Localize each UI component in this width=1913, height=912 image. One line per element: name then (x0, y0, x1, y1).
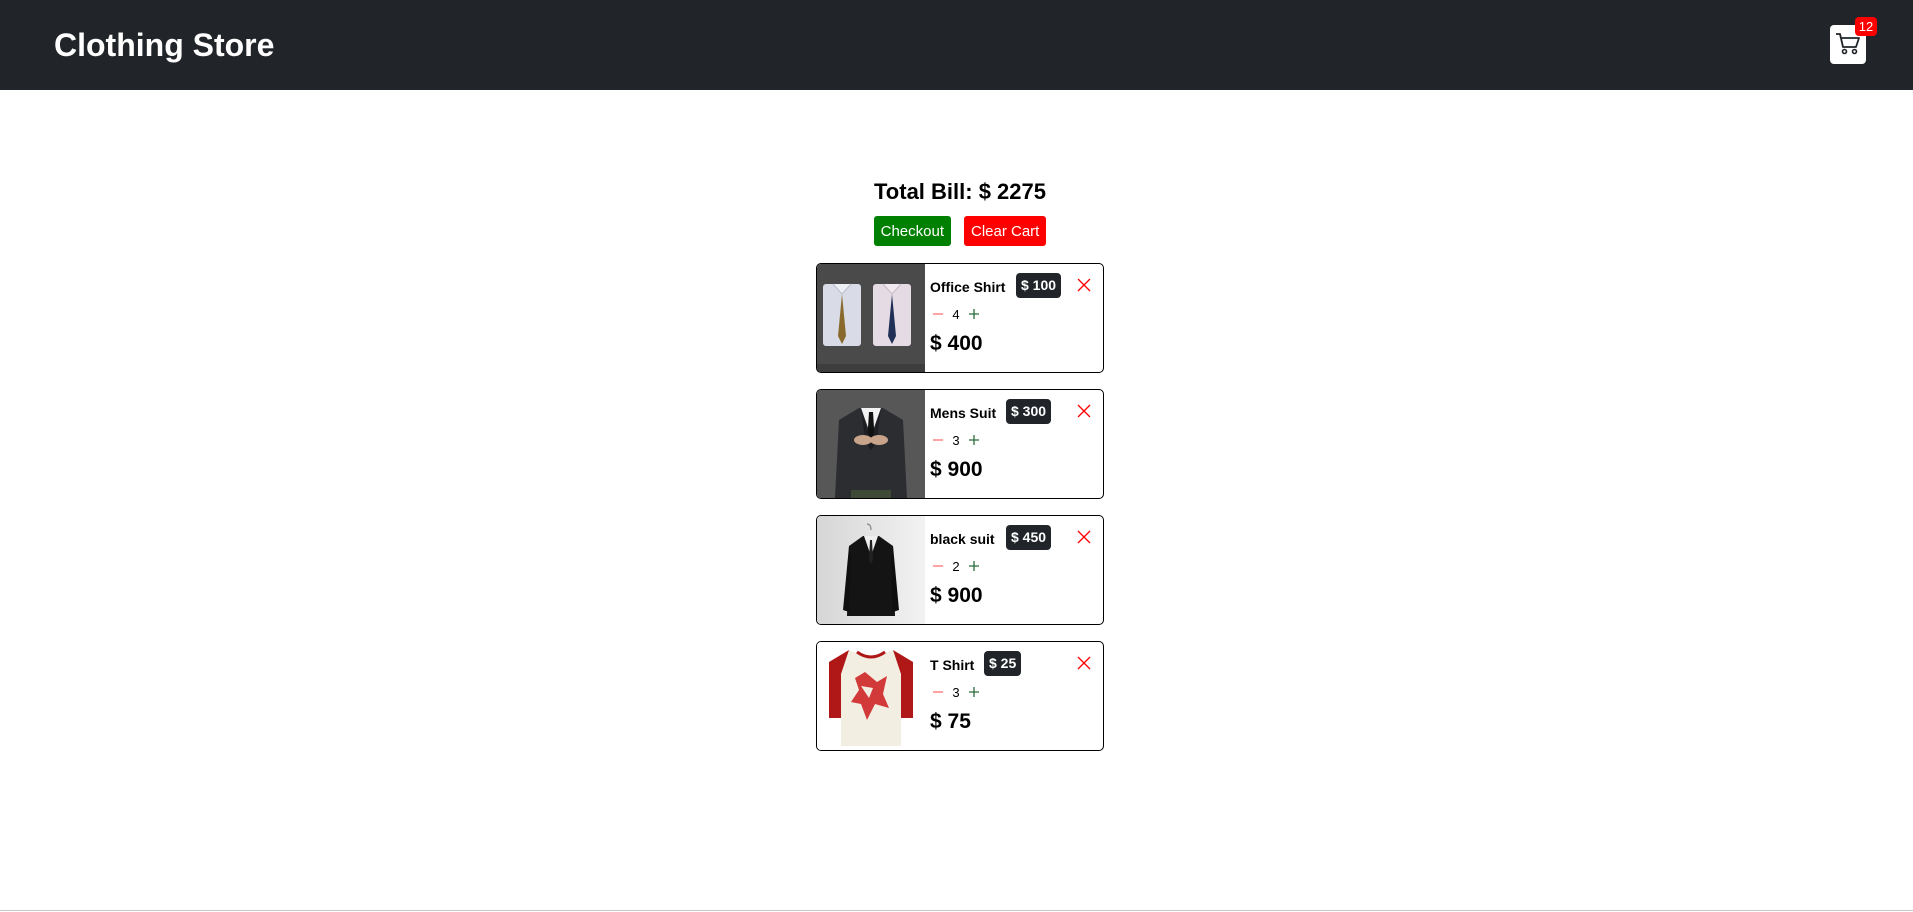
item-subtotal: $ 75 (930, 710, 971, 733)
total-bill: Total Bill: $ 2275 (874, 179, 1046, 204)
increase-quantity-icon[interactable] (966, 306, 982, 322)
item-name: black suit (930, 531, 995, 547)
quantity-stepper: 4 (930, 306, 982, 322)
black-suit-image (817, 516, 925, 624)
item-subtotal: $ 900 (930, 458, 983, 481)
increase-quantity-icon[interactable] (966, 432, 982, 448)
item-name: T Shirt (930, 657, 975, 673)
item-quantity: 3 (952, 684, 960, 700)
cart-list: Office Shirt $ 100 4 $ 400 Mens Suit $ 3… (816, 263, 1104, 767)
item-name: Office Shirt (930, 279, 1006, 295)
increase-quantity-icon[interactable] (966, 558, 982, 574)
page-divider (0, 910, 1913, 911)
item-name: Mens Suit (930, 405, 997, 421)
decrease-quantity-icon[interactable] (930, 558, 946, 574)
item-quantity: 4 (952, 306, 960, 322)
item-price-badge: $ 100 (1016, 273, 1062, 298)
store-title[interactable]: Clothing Store (54, 24, 274, 66)
cart-item: Mens Suit $ 300 3 $ 900 (816, 389, 1104, 499)
item-price-badge: $ 300 (1006, 399, 1052, 424)
item-quantity: 3 (952, 432, 960, 448)
decrease-quantity-icon[interactable] (930, 306, 946, 322)
quantity-stepper: 3 (930, 684, 982, 700)
remove-item-icon[interactable] (1077, 278, 1091, 292)
office-shirt-image (817, 264, 925, 372)
t-shirt-image (817, 642, 925, 750)
item-price-badge: $ 25 (984, 651, 1022, 676)
cart-summary: Total Bill: $ 2275 Checkout Clear Cart (0, 178, 1913, 246)
quantity-stepper: 3 (930, 432, 982, 448)
checkout-button[interactable]: Checkout (873, 216, 951, 246)
remove-item-icon[interactable] (1077, 530, 1091, 544)
remove-item-icon[interactable] (1077, 404, 1091, 418)
increase-quantity-icon[interactable] (966, 684, 982, 700)
decrease-quantity-icon[interactable] (930, 432, 946, 448)
cart-item: Office Shirt $ 100 4 $ 400 (816, 263, 1104, 373)
decrease-quantity-icon[interactable] (930, 684, 946, 700)
cart-item: T Shirt $ 25 3 $ 75 (816, 641, 1104, 751)
cart-actions: Checkout Clear Cart (0, 216, 1913, 246)
cart-count-badge: 12 (1855, 17, 1877, 36)
item-price-badge: $ 450 (1006, 525, 1052, 550)
quantity-stepper: 2 (930, 558, 982, 574)
clear-cart-button[interactable]: Clear Cart (964, 216, 1047, 246)
cart-item: black suit $ 450 2 $ 900 (816, 515, 1104, 625)
item-subtotal: $ 900 (930, 584, 983, 607)
mens-suit-image (817, 390, 925, 498)
item-subtotal: $ 400 (930, 332, 983, 355)
remove-item-icon[interactable] (1077, 656, 1091, 670)
navbar: Clothing Store 12 (0, 0, 1913, 90)
item-quantity: 2 (952, 558, 960, 574)
